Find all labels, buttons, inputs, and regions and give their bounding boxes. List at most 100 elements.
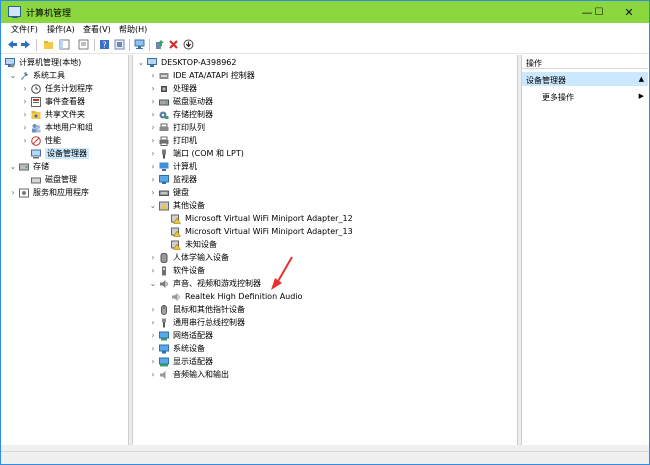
device-category-label: 通用串行总线控制器 [173,318,245,327]
device-category[interactable]: › 处理器 [149,82,197,95]
chevron-right-icon[interactable]: › [21,136,29,145]
up-folder-icon[interactable] [43,39,54,50]
actions-device-manager[interactable]: 设备管理器 ▲ [522,72,648,86]
device-category[interactable]: › 监视器 [149,173,197,186]
chevron-right-icon[interactable]: › [21,84,29,93]
chevron-right-icon[interactable]: › [21,123,29,132]
chevron-right-icon[interactable]: › [149,344,157,353]
menu-action[interactable]: 操作(A) [47,24,75,35]
processor-icon [161,85,167,92]
chevron-right-icon[interactable]: › [149,71,157,80]
close-button[interactable]: ✕ [614,1,644,23]
tree-item-performance[interactable]: › 性能 [21,134,61,147]
download-icon[interactable] [183,39,194,50]
chevron-right-icon[interactable]: › [149,253,157,262]
tree-item-task-scheduler[interactable]: › 任务计划程序 [21,82,93,95]
device-category[interactable]: › 磁盘驱动器 [149,95,213,108]
more-actions-item[interactable]: 更多操作 ▶ [542,89,648,103]
maximize-button[interactable]: ☐ [584,1,614,23]
tree-item-local-users-groups[interactable]: › 本地用户和组 [21,121,93,134]
other-devices-icon [159,201,169,210]
device-category[interactable]: › 网络适配器 [149,329,213,342]
device-category[interactable]: › 打印机 [149,134,197,147]
device-item-realtek-audio[interactable]: Realtek High Definition Audio [171,290,302,303]
tree-item-label: 共享文件夹 [45,110,85,119]
window-title: 计算机管理 [26,9,72,19]
device-category[interactable]: › IDE ATA/ATAPI 控制器 [149,69,254,82]
chevron-right-icon[interactable]: › [149,318,157,327]
uninstall-icon[interactable] [168,39,179,50]
device-manager-icon [31,149,41,158]
tree-item-system-tools[interactable]: ⌄ 系统工具 [9,69,65,82]
device-category[interactable]: › 人体学输入设备 [149,251,229,264]
properties-icon[interactable] [114,39,125,50]
menu-file[interactable]: 文件(F) [11,24,38,35]
chevron-down-icon[interactable]: ⌄ [149,279,157,288]
device-category[interactable]: › 计算机 [149,160,197,173]
computer-scan-icon[interactable] [134,39,145,50]
tree-item-event-viewer[interactable]: › 事件查看器 [21,95,85,108]
chevron-right-icon[interactable]: › [149,331,157,340]
tree-item-services-apps[interactable]: › 服务和应用程序 [9,186,89,199]
tree-item-shared-folders[interactable]: › 共享文件夹 [21,108,85,121]
tree-item-disk-management[interactable]: 磁盘管理 [31,173,77,186]
toolbar-separator [149,39,150,51]
menu-view[interactable]: 查看(V) [83,24,111,35]
svg-text:?: ? [102,41,106,50]
chevron-down-icon[interactable]: ⌄ [9,71,17,80]
device-item[interactable]: Microsoft Virtual WiFi Miniport Adapter_… [171,212,353,225]
tree-item-label: 磁盘管理 [45,175,77,184]
warning-device-icon [171,214,181,224]
device-category[interactable]: › 音频输入和输出 [149,368,229,381]
title-bar[interactable]: 计算机管理 — ☐ ✕ [1,1,649,23]
device-category[interactable]: › 软件设备 [149,264,205,277]
device-root[interactable]: ⌄ DESKTOP-A398962 [137,56,236,69]
computer-management-app-icon [8,6,21,18]
device-category-sound[interactable]: ⌄ 声音、视频和游戏控制器 [149,277,261,290]
device-category[interactable]: › 键盘 [149,186,189,199]
chevron-down-icon[interactable]: ⌄ [137,58,145,67]
chevron-right-icon[interactable]: › [149,266,157,275]
tree-item-computer-management[interactable]: 计算机管理(本地) [5,56,81,69]
device-category-label: 音频输入和输出 [173,370,229,379]
collapse-arrow-icon[interactable]: ▲ [639,75,644,83]
device-category[interactable]: › 系统设备 [149,342,205,355]
chevron-right-icon[interactable]: › [149,84,157,93]
chevron-down-icon[interactable]: ⌄ [149,201,157,210]
device-category[interactable]: › 通用串行总线控制器 [149,316,245,329]
menu-help[interactable]: 帮助(H) [119,24,147,35]
device-item[interactable]: 未知设备 [171,238,217,251]
chevron-right-icon[interactable]: › [149,136,157,145]
chevron-right-icon[interactable]: › [149,188,157,197]
chevron-right-icon[interactable]: › [149,110,157,119]
chevron-right-icon[interactable]: › [149,149,157,158]
chevron-right-icon[interactable]: › [149,162,157,171]
chevron-right-icon[interactable]: › [149,305,157,314]
update-driver-icon[interactable] [154,39,165,50]
export-list-icon[interactable] [78,39,89,50]
device-category[interactable]: › 端口 (COM 和 LPT) [149,147,244,160]
chevron-down-icon[interactable]: ⌄ [9,162,17,171]
chevron-right-icon[interactable]: › [149,97,157,106]
device-item[interactable]: Microsoft Virtual WiFi Miniport Adapter_… [171,225,353,238]
tree-item-storage[interactable]: ⌄ 存储 [9,160,49,173]
forward-arrow-icon[interactable] [20,39,31,50]
show-hide-tree-icon[interactable] [59,39,70,50]
chevron-right-icon[interactable]: › [21,110,29,119]
tree-item-device-manager[interactable]: 设备管理器 [31,147,89,160]
device-category[interactable]: › 存储控制器 [149,108,213,121]
chevron-right-icon[interactable]: › [9,188,17,197]
warning-device-icon [171,227,181,237]
chevron-right-icon[interactable]: › [149,370,157,379]
device-category[interactable]: › 显示适配器 [149,355,213,368]
chevron-right-icon[interactable]: › [149,175,157,184]
chevron-right-icon[interactable]: › [149,357,157,366]
back-arrow-icon[interactable] [7,39,18,50]
keyboard-icon [159,190,169,196]
chevron-right-icon[interactable]: › [21,97,29,106]
device-category-other-devices[interactable]: ⌄ 其他设备 [149,199,205,212]
device-category[interactable]: › 鼠标和其他指针设备 [149,303,245,316]
chevron-right-icon[interactable]: › [149,123,157,132]
help-icon[interactable]: ? [99,39,110,50]
device-category[interactable]: › 打印队列 [149,121,205,134]
